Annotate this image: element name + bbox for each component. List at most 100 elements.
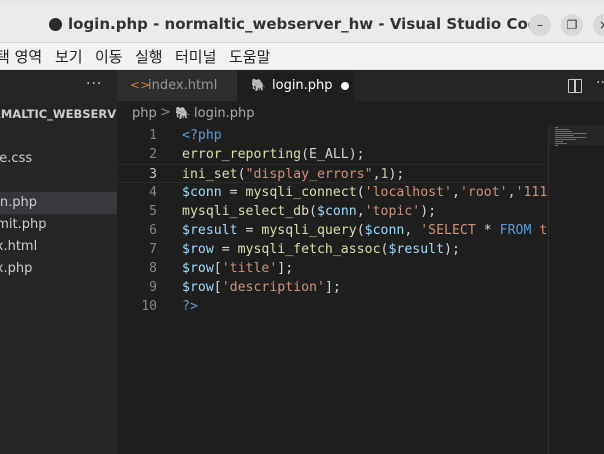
title-bar: login.php - normaltic_webserver_hw - Vis… bbox=[0, 6, 604, 43]
close-button[interactable]: × bbox=[593, 14, 604, 36]
code-token: 'root' bbox=[459, 185, 508, 200]
file-label: gin.php bbox=[0, 195, 37, 210]
split-editor-icon[interactable] bbox=[568, 79, 582, 93]
code-line[interactable]: 5 mysqli_select_db($conn,'topic'); bbox=[117, 202, 549, 221]
line-number: 8 bbox=[149, 261, 157, 276]
minimap-line bbox=[555, 139, 576, 140]
code-token: ]; bbox=[324, 280, 341, 295]
code-token: mysqli_query bbox=[261, 223, 357, 238]
explorer-more-button[interactable]: ··· bbox=[86, 76, 102, 92]
file-item-active[interactable]: gin.php bbox=[0, 192, 117, 214]
code-text: $conn = mysqli_connect('localhost','root… bbox=[182, 183, 603, 202]
code-text: $row['title']; bbox=[182, 259, 293, 278]
code-line[interactable]: 8 $row['title']; bbox=[117, 259, 549, 278]
code-token: $conn bbox=[182, 185, 222, 200]
unsaved-dot-icon[interactable] bbox=[341, 82, 349, 90]
code-line[interactable]: 4 $conn = mysqli_connect('localhost','roo… bbox=[117, 183, 603, 202]
menu-run[interactable]: 실행 bbox=[135, 46, 163, 67]
menu-terminal[interactable]: 터미널 bbox=[175, 46, 216, 67]
code-token: FROM bbox=[499, 223, 540, 238]
code-line[interactable]: 10 ?> bbox=[117, 297, 549, 316]
minimap-line bbox=[555, 135, 574, 136]
code-token: = bbox=[213, 242, 238, 257]
code-text: ?> bbox=[182, 297, 198, 316]
minimap-line bbox=[555, 143, 567, 144]
code-token: 'SELECT bbox=[420, 223, 484, 238]
code-token: "display_errors" bbox=[245, 167, 373, 182]
file-item[interactable]: bmit.php bbox=[0, 214, 117, 236]
code-line[interactable]: 2 error_reporting(E_ALL); bbox=[117, 145, 549, 164]
code-token: = bbox=[221, 185, 246, 200]
code-token: 'title' bbox=[221, 261, 278, 276]
tab-label: index.html bbox=[148, 78, 218, 93]
menu-view[interactable]: 보기 bbox=[55, 46, 83, 67]
breadcrumb-folder[interactable]: php bbox=[132, 106, 157, 121]
minimap-line bbox=[555, 137, 586, 138]
maximize-button[interactable]: ❐ bbox=[561, 14, 583, 36]
menu-bar: 택 영역 보기 이동 실행 터미널 도움말 bbox=[0, 43, 604, 70]
line-number: 10 bbox=[141, 299, 157, 314]
code-token: ?> bbox=[182, 299, 198, 314]
editor-more-button[interactable]: ··· bbox=[596, 75, 604, 91]
code-token: $row bbox=[182, 280, 214, 295]
file-item[interactable]: o bbox=[0, 170, 117, 192]
code-token: $conn bbox=[364, 223, 405, 238]
editor-tab-bar: <> index.html 🐘 login.php ··· bbox=[117, 70, 604, 101]
code-token: [ bbox=[213, 261, 222, 276]
code-token: ( bbox=[356, 223, 365, 238]
unsaved-dot-icon bbox=[49, 18, 62, 31]
minimap-line bbox=[555, 133, 587, 134]
menu-help[interactable]: 도움말 bbox=[229, 46, 270, 67]
code-line[interactable]: 1 <?php bbox=[117, 126, 549, 145]
code-token: , bbox=[451, 185, 460, 200]
code-token: , bbox=[356, 204, 365, 219]
code-line[interactable]: 7 $row = mysqli_fetch_assoc($result); bbox=[117, 240, 549, 259]
minimap[interactable] bbox=[548, 125, 604, 454]
code-token: <?php bbox=[182, 128, 222, 143]
code-token: (E_ALL); bbox=[301, 147, 365, 162]
line-number: 2 bbox=[149, 147, 157, 162]
line-number: 9 bbox=[149, 280, 157, 295]
code-editor[interactable]: 1 <?php 2 error_reporting(E_ALL); 3 ini_set("… bbox=[117, 125, 604, 454]
php-icon: 🐘 bbox=[251, 78, 266, 92]
minimap-line bbox=[555, 141, 563, 142]
line-number: 4 bbox=[149, 185, 157, 200]
menu-go[interactable]: 이동 bbox=[95, 46, 123, 67]
code-token: ); bbox=[388, 167, 405, 182]
file-label: ex.php bbox=[0, 261, 33, 276]
code-text: $row = mysqli_fetch_assoc($result); bbox=[182, 240, 460, 259]
breadcrumb-file[interactable]: login.php bbox=[194, 106, 255, 121]
minimap-line bbox=[555, 145, 558, 146]
code-token: * bbox=[483, 223, 500, 238]
code-token: [ bbox=[213, 280, 222, 295]
file-label: ex.html bbox=[0, 239, 38, 254]
file-item[interactable]: ex.php bbox=[0, 258, 117, 280]
code-text: error_reporting(E_ALL); bbox=[182, 145, 365, 164]
php-icon: 🐘 bbox=[175, 106, 190, 120]
code-token: mysqli_fetch_assoc bbox=[237, 242, 381, 257]
file-item[interactable]: yle.css bbox=[0, 148, 117, 170]
code-line[interactable]: 9 $row['description']; bbox=[117, 278, 549, 297]
code-token: error_reporting bbox=[182, 147, 302, 162]
code-line[interactable]: 6 $result = mysqli_query($conn, 'SELECT *… bbox=[117, 221, 595, 240]
code-token: ( bbox=[356, 185, 365, 200]
explorer-sidebar: ··· RMALTIC_WEBSERVER... yle.css o gin.p… bbox=[0, 70, 146, 454]
code-text: $result = mysqli_query($conn, 'SELECT * … bbox=[182, 221, 595, 240]
code-text: mysqli_select_db($conn,'topic'); bbox=[182, 202, 436, 221]
code-token: , bbox=[372, 167, 381, 182]
breadcrumb: php > 🐘 login.php bbox=[117, 101, 604, 125]
code-text: ini_set("display_errors",1); bbox=[182, 165, 404, 184]
tab-login-php[interactable]: 🐘 login.php bbox=[237, 70, 354, 101]
minimize-button[interactable]: – bbox=[529, 14, 551, 36]
file-item[interactable]: ex.html bbox=[0, 236, 117, 258]
code-text: <?php bbox=[182, 126, 222, 145]
code-text: $row['description']; bbox=[182, 278, 341, 297]
tab-index-html[interactable]: <> index.html bbox=[117, 70, 237, 101]
code-token: ( bbox=[309, 204, 317, 219]
code-line[interactable]: 3 ini_set("display_errors",1); bbox=[117, 164, 549, 183]
line-number: 7 bbox=[149, 242, 157, 257]
code-token: $row bbox=[182, 242, 214, 257]
file-label: bmit.php bbox=[0, 217, 47, 232]
code-token: ini_set bbox=[182, 167, 238, 182]
menu-selection[interactable]: 택 영역 bbox=[0, 46, 42, 67]
